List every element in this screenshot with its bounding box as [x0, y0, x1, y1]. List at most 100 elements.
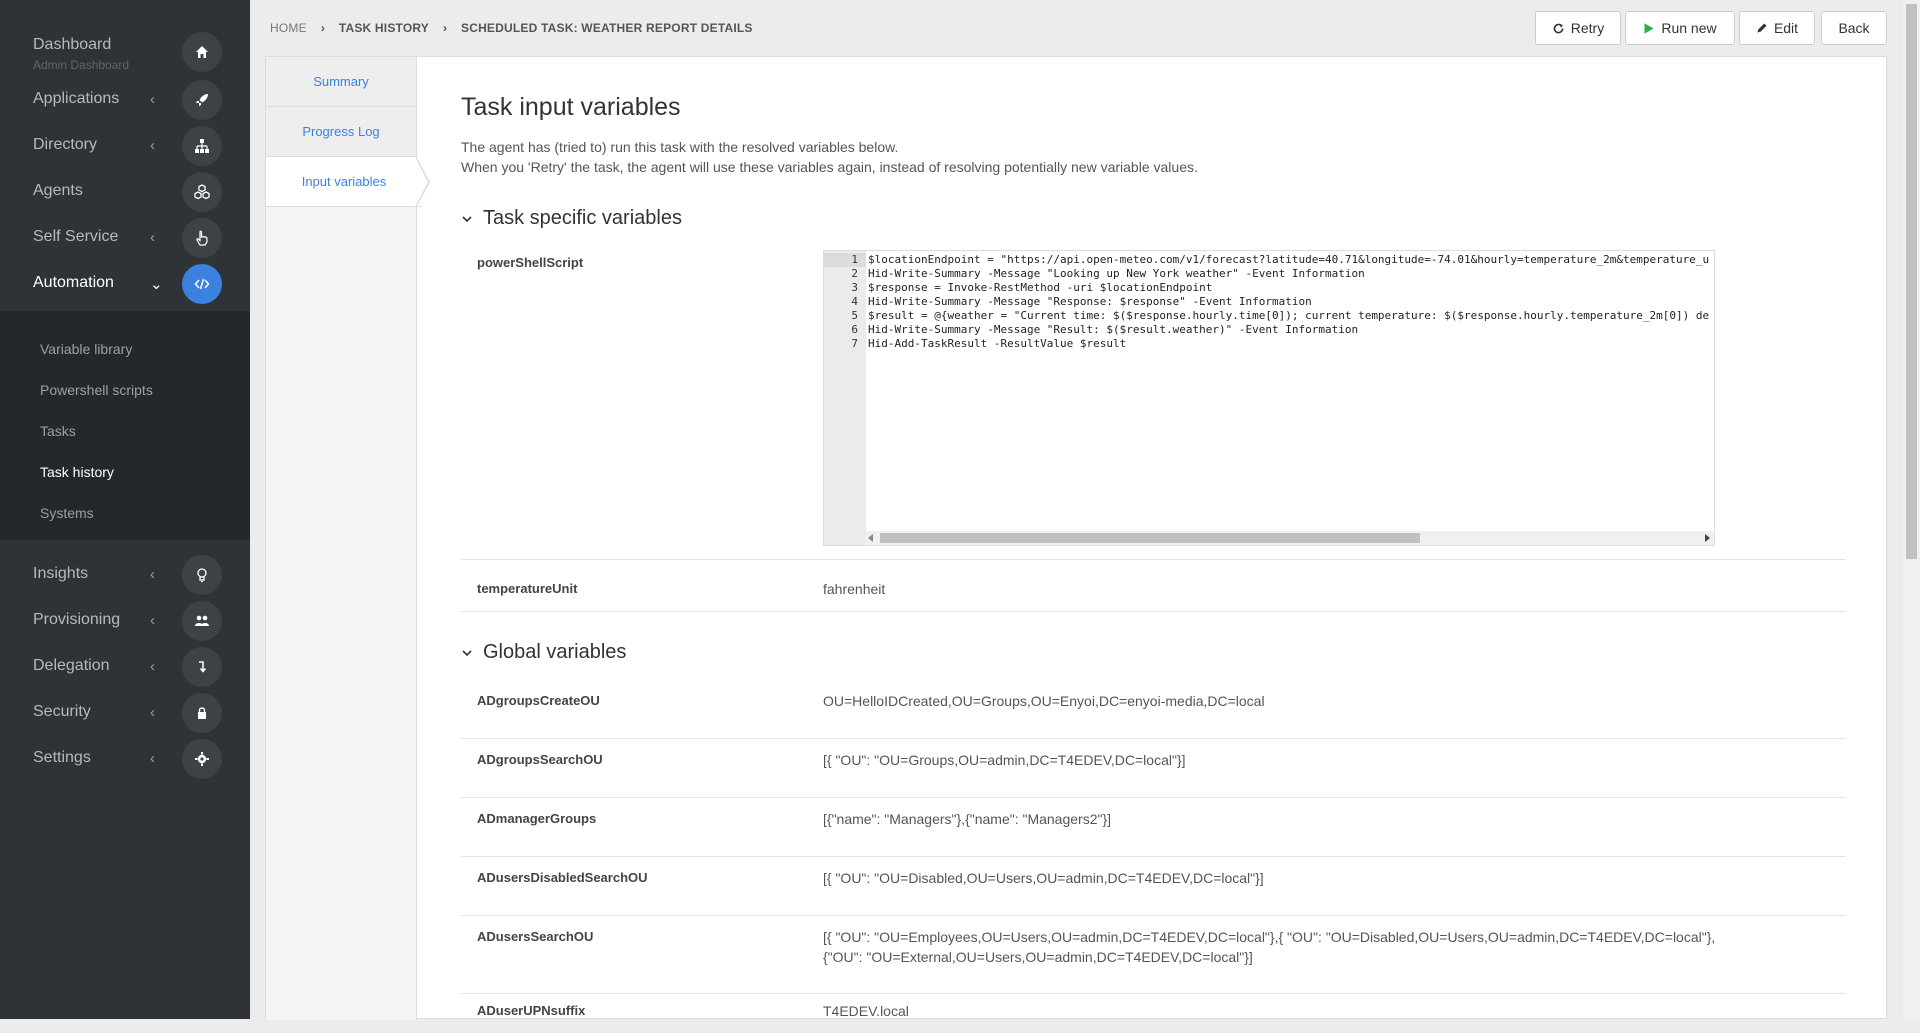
nav-label: Settings [33, 749, 91, 766]
line-number: 7 [851, 337, 858, 350]
nav-provisioning[interactable]: Provisioning ‹ [0, 599, 250, 645]
nav-directory[interactable]: Directory ‹ [0, 124, 250, 170]
breadcrumb-current: SCHEDULED TASK: WEATHER REPORT DETAILS [461, 21, 753, 35]
code-line: Hid-Write-Summary -Message "Looking up N… [868, 267, 1365, 280]
variable-row: ADgroupsSearchOU [{ "OU": "OU=Groups,OU=… [461, 738, 1846, 798]
scrollbar-thumb[interactable] [1906, 4, 1917, 559]
page-title: Task input variables [461, 93, 681, 121]
line-number: 5 [851, 309, 858, 322]
code-line: $locationEndpoint = "https://api.open-me… [868, 253, 1710, 266]
nav-applications[interactable]: Applications ‹ [0, 78, 250, 124]
chevron-left-icon: ‹ [150, 229, 155, 246]
refresh-icon [1553, 23, 1564, 33]
nav-insights[interactable]: Insights ‹ [0, 553, 250, 599]
nav-label: Security [33, 703, 91, 720]
line-number: 6 [851, 323, 858, 336]
nav-label: Agents [33, 182, 83, 199]
description-line-1: The agent has (tried to) run this task w… [461, 139, 899, 155]
pencil-icon [1757, 23, 1767, 33]
global-section-title: Global variables [483, 641, 627, 663]
chevron-left-icon: ‹ [150, 750, 155, 767]
variable-value-line: {"OU": "OU=External,OU=Users,OU=admin,DC… [823, 949, 1253, 965]
line-number: 4 [851, 295, 858, 308]
tab-active-indicator-fill [415, 157, 428, 207]
submenu-variable-library[interactable]: Variable library [40, 341, 132, 357]
nav-security[interactable]: Security ‹ [0, 691, 250, 737]
play-icon [1644, 22, 1654, 34]
nav-label: Applications [33, 90, 120, 107]
tab-summary[interactable]: Summary [266, 57, 416, 107]
code-line: Hid-Write-Summary -Message "Response: $r… [868, 295, 1312, 308]
submenu-task-history[interactable]: Task history [40, 464, 114, 480]
chevron-left-icon: ‹ [150, 704, 155, 721]
variable-value: fahrenheit [823, 581, 886, 597]
chevron-left-icon: ‹ [150, 91, 155, 108]
line-number: 3 [851, 281, 858, 294]
active-line-highlight [824, 253, 866, 267]
run-new-button[interactable]: Run new [1625, 11, 1735, 45]
variable-row: ADuserUPNsuffix T4EDEV.local [461, 993, 1846, 1033]
edit-button[interactable]: Edit [1739, 11, 1815, 45]
nav-agents[interactable]: Agents [0, 170, 250, 216]
breadcrumb-home[interactable]: HOME [270, 21, 307, 35]
chevron-down-icon [462, 215, 472, 222]
variable-value: [{ "OU": "OU=Disabled,OU=Users,OU=admin,… [823, 870, 1264, 886]
nav-label: Directory [33, 136, 98, 153]
submenu-powershell-scripts[interactable]: Powershell scripts [40, 382, 153, 398]
cubes-icon [182, 172, 222, 212]
tab-input-variables[interactable]: Input variables [266, 157, 422, 207]
sitemap-icon [182, 126, 222, 166]
code-line: $result = @{weather = "Current time: $($… [868, 309, 1710, 322]
home-icon [182, 32, 222, 72]
submenu-systems[interactable]: Systems [40, 505, 94, 521]
variable-name: ADuserUPNsuffix [477, 1003, 586, 1018]
tab-progress-log[interactable]: Progress Log [266, 107, 416, 157]
back-label: Back [1838, 20, 1870, 36]
nav-dashboard[interactable]: Dashboard Admin Dashboard [0, 30, 250, 76]
variable-row: ADusersDisabledSearchOU [{ "OU": "OU=Dis… [461, 856, 1846, 916]
breadcrumb-task-history[interactable]: TASK HISTORY [339, 21, 429, 35]
run-new-label: Run new [1661, 20, 1717, 36]
variable-name: temperatureUnit [477, 581, 578, 596]
nav-label: Self Service [33, 228, 119, 245]
chevron-down-icon [462, 649, 472, 656]
nav-delegation[interactable]: Delegation ‹ [0, 645, 250, 691]
code-line: $response = Invoke-RestMethod -uri $loca… [868, 281, 1213, 294]
gear-icon [182, 739, 222, 779]
submenu-tasks[interactable]: Tasks [40, 423, 76, 439]
level-down-icon [182, 647, 222, 687]
code-editor[interactable]: 1 2 3 4 5 6 7 $locationEndpoint = "https… [823, 250, 1715, 546]
line-number: 2 [851, 267, 858, 280]
variable-value: [{ "OU": "OU=Employees,OU=Users,OU=admin… [823, 927, 1823, 967]
nav-label: Automation [33, 274, 114, 291]
breadcrumb: HOME › TASK HISTORY › SCHEDULED TASK: WE… [270, 21, 753, 35]
variable-name: ADmanagerGroups [477, 811, 597, 826]
horizontal-scrollbar[interactable] [866, 531, 1714, 545]
task-section-toggle[interactable]: Task specific variables [461, 207, 682, 230]
chevron-left-icon: ‹ [150, 612, 155, 629]
nav-label: Provisioning [33, 611, 121, 628]
lock-icon [182, 693, 222, 733]
automation-submenu: Variable library Powershell scripts Task… [0, 311, 250, 540]
variable-value: OU=HelloIDCreated,OU=Groups,OU=Enyoi,DC=… [823, 693, 1265, 709]
nav-automation[interactable]: Automation ⌄ [0, 262, 250, 308]
nav-settings[interactable]: Settings ‹ [0, 737, 250, 783]
users-icon [182, 601, 222, 641]
code-line: Hid-Write-Summary -Message "Result: $($r… [868, 323, 1359, 336]
global-section-toggle[interactable]: Global variables [461, 641, 626, 664]
retry-button[interactable]: Retry [1535, 11, 1621, 45]
retry-label: Retry [1570, 20, 1605, 36]
page-vertical-scrollbar[interactable] [1903, 0, 1920, 1019]
scroll-right-icon[interactable] [1705, 534, 1710, 542]
scrollbar-thumb[interactable] [880, 533, 1420, 543]
chevron-left-icon: ‹ [150, 658, 155, 675]
code-gutter: 1 2 3 4 5 6 7 [824, 251, 866, 545]
nav-label: Dashboard [33, 36, 112, 53]
nav-self-service[interactable]: Self Service ‹ [0, 216, 250, 262]
variable-name: powerShellScript [477, 255, 584, 270]
code-line: Hid-Add-TaskResult -ResultValue $result [868, 337, 1127, 350]
back-button[interactable]: Back [1821, 11, 1887, 45]
edit-label: Edit [1773, 20, 1799, 36]
scroll-left-icon[interactable] [868, 534, 873, 542]
content-card: Summary Progress Log Input variables Tas… [265, 56, 1887, 1020]
